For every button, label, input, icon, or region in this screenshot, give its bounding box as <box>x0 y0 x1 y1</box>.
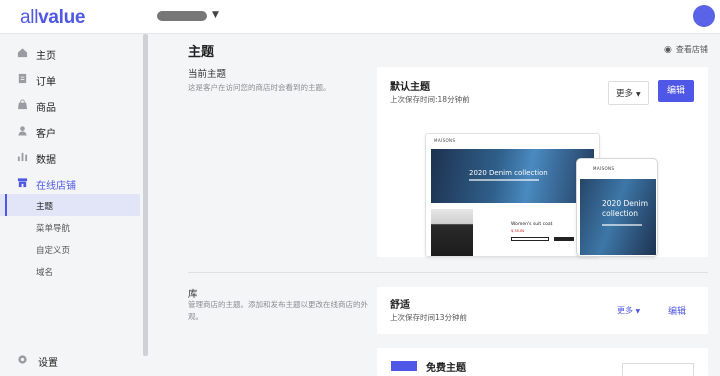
preview-hero-subtext <box>469 179 539 181</box>
free-themes-button[interactable] <box>622 363 694 376</box>
preview-mobile-hero-text: 2020 Denim collection <box>602 199 649 218</box>
sidebar-item-settings[interactable]: 设置 <box>0 349 143 371</box>
edit-theme-button[interactable]: 编辑 <box>658 80 694 102</box>
preview-mobile-hero-subtext <box>602 224 642 226</box>
library-theme-card <box>377 287 708 334</box>
bag-icon <box>17 99 28 110</box>
sidebar-item-label: 客户 <box>36 129 56 140</box>
eye-icon: ◉ <box>664 45 672 55</box>
sidebar-item-data[interactable]: 数据 <box>0 146 143 168</box>
preview-product-price: $ 35.00 <box>511 229 525 233</box>
more-label: 更多 <box>617 306 633 315</box>
sidebar-subitem-custom-pages[interactable]: 自定义页 <box>0 238 140 260</box>
preview-mobile-nav: MAISONS <box>593 166 615 171</box>
library-heading: 库 <box>188 289 198 300</box>
chart-icon <box>17 152 28 162</box>
more-label: 更多 <box>616 89 634 99</box>
library-edit-button[interactable]: 编辑 <box>668 304 686 317</box>
preview-add-button <box>511 237 549 241</box>
page-title: 主题 <box>188 45 215 60</box>
chevron-down-icon: ▼ <box>635 308 641 315</box>
library-description: 管理商店的主题。添加和发布主题以更改在线商店的外观。 <box>188 300 368 321</box>
gear-icon <box>18 355 27 364</box>
more-actions-button[interactable]: 更多 ▼ <box>608 81 649 105</box>
store-name-redacted[interactable] <box>157 11 207 21</box>
sidebar-item-online-store[interactable]: 在线店铺 <box>0 172 143 194</box>
current-theme-heading: 当前主题 <box>188 69 227 80</box>
user-icon <box>18 126 27 136</box>
sidebar-item-label: 在线店铺 <box>36 181 76 192</box>
preview-mobile-hero: 2020 Denim collection <box>580 179 656 255</box>
desktop-preview: MAISONS 2020 Denim collection Women's su… <box>425 133 600 257</box>
sidebar-subitem-label: 自定义页 <box>36 246 71 256</box>
sidebar-subitem-label: 主题 <box>36 202 54 212</box>
sidebar: 主页 订单 商品 客户 数据 在线店铺 主题 菜单导航 自定义页 域名 设置 <box>0 34 143 376</box>
avatar[interactable] <box>693 5 715 27</box>
sidebar-subitem-domains[interactable]: 域名 <box>0 260 140 282</box>
sidebar-item-label: 设置 <box>38 358 58 369</box>
preview-hero-banner: 2020 Denim collection <box>431 149 594 203</box>
logo[interactable]: allvalue <box>20 7 86 29</box>
sidebar-item-label: 商品 <box>36 103 56 114</box>
sidebar-item-label: 数据 <box>36 155 56 166</box>
sidebar-subitem-label: 菜单导航 <box>36 224 71 234</box>
chevron-down-icon[interactable]: ▼ <box>212 10 219 20</box>
library-more-button[interactable]: 更多 ▼ <box>617 305 640 316</box>
sidebar-item-customers[interactable]: 客户 <box>0 120 143 142</box>
preview-hero-text: 2020 Denim collection <box>469 169 548 177</box>
preview-buy-button <box>554 237 574 241</box>
sidebar-subitem-menu-navigation[interactable]: 菜单导航 <box>0 216 140 238</box>
sidebar-item-products[interactable]: 商品 <box>0 94 143 116</box>
current-theme-name: 默认主题 <box>390 82 430 93</box>
free-themes-heading: 免费主题 <box>426 363 466 374</box>
store-icon <box>17 178 28 188</box>
library-theme-saved-time: 上次保存时间13分钟前 <box>390 313 468 322</box>
chevron-down-icon: ▼ <box>636 91 641 98</box>
view-store-label: 查看店铺 <box>675 45 708 54</box>
view-store-link[interactable]: ◉ 查看店铺 <box>664 44 708 55</box>
top-bar: allvalue ▼ <box>0 0 720 34</box>
sidebar-scrollbar[interactable] <box>143 34 148 356</box>
sidebar-subitem-themes[interactable]: 主题 <box>0 194 140 216</box>
sidebar-item-label: 主页 <box>36 51 56 62</box>
mobile-preview: MAISONS 2020 Denim collection <box>576 158 658 257</box>
sidebar-item-label: 订单 <box>36 77 56 88</box>
sidebar-subitem-label: 域名 <box>36 268 54 278</box>
section-divider <box>188 272 708 273</box>
home-icon <box>17 48 28 58</box>
current-theme-saved-time: 上次保存时间:18分钟前 <box>390 95 470 104</box>
preview-product-title: Women's suit coat <box>511 222 553 227</box>
preview-product-image <box>431 209 473 256</box>
preview-nav: MAISONS <box>434 138 456 143</box>
library-theme-name: 舒适 <box>390 300 410 311</box>
current-theme-description: 这是客户在访问您的商店时会看到的主题。 <box>188 83 331 92</box>
sidebar-item-orders[interactable]: 订单 <box>0 68 143 90</box>
order-icon <box>18 73 27 84</box>
free-theme-badge <box>391 361 417 371</box>
sidebar-item-home[interactable]: 主页 <box>0 42 143 64</box>
